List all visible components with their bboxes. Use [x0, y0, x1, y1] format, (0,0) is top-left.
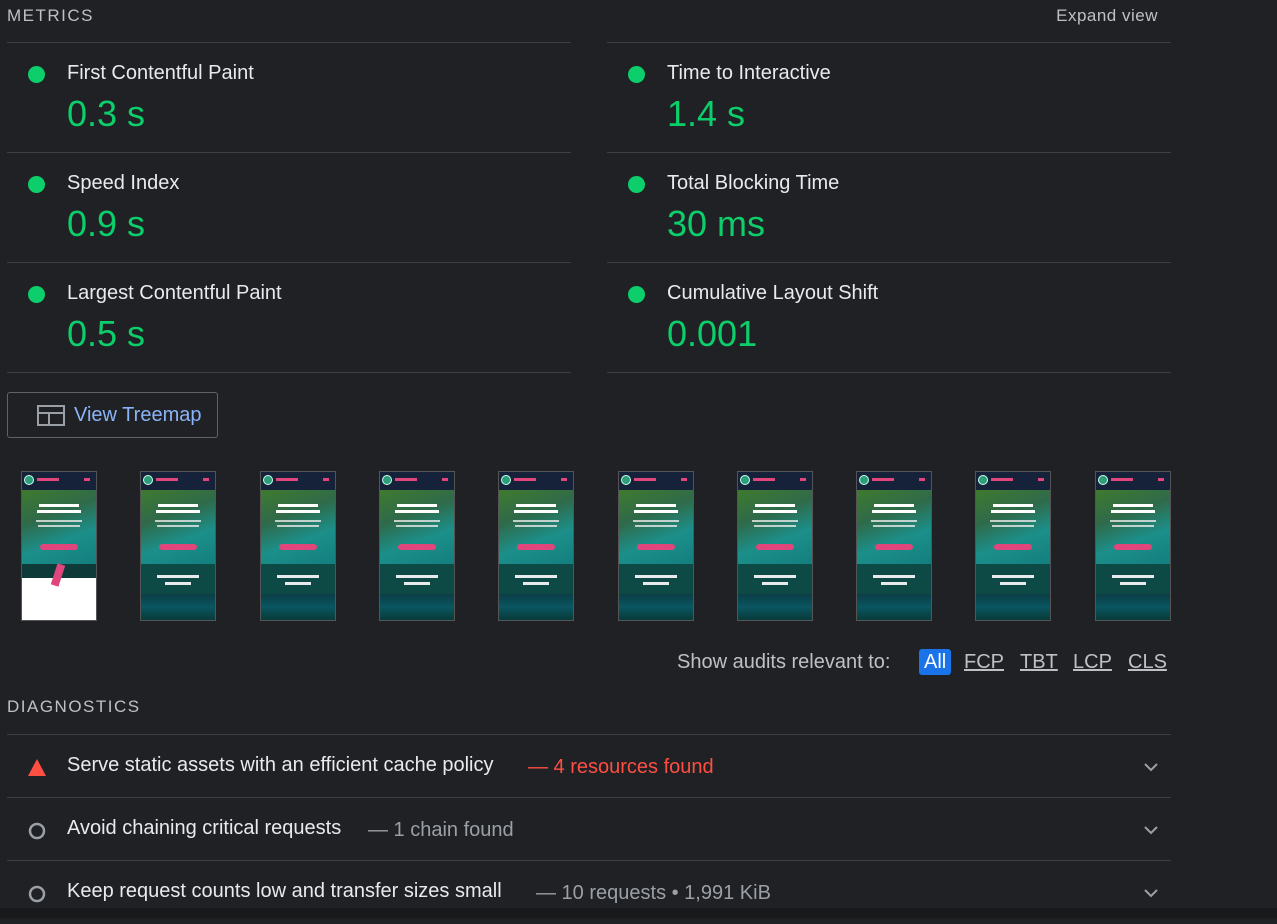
circle-outline-icon [28, 822, 46, 845]
audit-detail: — 4 resources found [528, 756, 714, 778]
filmstrip-frame [618, 471, 694, 621]
metric-largest-contentful-paint: Largest Contentful Paint 0.5 s [7, 262, 571, 373]
filmstrip-frame [975, 471, 1051, 621]
metric-value: 1.4 s [667, 93, 746, 134]
pass-dot-icon [28, 176, 45, 193]
filmstrip-frame [379, 471, 455, 621]
pass-dot-icon [628, 66, 645, 83]
audit-detail: — 1 chain found [368, 819, 514, 841]
metric-label: Cumulative Layout Shift [667, 282, 879, 304]
filter-label: Show audits relevant to: [677, 651, 891, 673]
audit-title: Serve static assets with an efficient ca… [67, 754, 494, 776]
pass-dot-icon [628, 176, 645, 193]
metric-value: 30 ms [667, 203, 766, 244]
filmstrip-frame [856, 471, 932, 621]
bottom-bar [0, 908, 1277, 918]
filmstrip-frame [260, 471, 336, 621]
metric-speed-index: Speed Index 0.9 s [7, 152, 571, 262]
metric-label: Speed Index [67, 172, 180, 194]
chevron-down-icon[interactable] [1144, 885, 1158, 903]
audit-title: Keep request counts low and transfer siz… [67, 880, 502, 902]
metric-value: 0.5 s [67, 313, 146, 354]
pass-dot-icon [28, 286, 45, 303]
metrics-title: METRICS [7, 6, 94, 25]
metric-label: Time to Interactive [667, 62, 831, 84]
circle-outline-icon [28, 885, 46, 908]
filter-all-button[interactable]: All [919, 649, 952, 675]
metric-time-to-interactive: Time to Interactive 1.4 s [607, 42, 1171, 152]
filter-tbt-button[interactable]: TBT [1020, 651, 1058, 674]
audit-detail: — 10 requests • 1,991 KiB [536, 882, 771, 904]
filmstrip-frame [21, 471, 97, 621]
metric-label: Largest Contentful Paint [67, 282, 282, 304]
audit-filter: Show audits relevant to: All FCP TBT LCP… [0, 649, 1167, 675]
metric-value: 0.001 [667, 313, 758, 354]
filter-lcp-button[interactable]: LCP [1073, 651, 1112, 674]
metric-label: First Contentful Paint [67, 62, 254, 84]
treemap-icon [37, 405, 65, 431]
filter-cls-button[interactable]: CLS [1128, 651, 1167, 674]
metric-value: 0.9 s [67, 203, 146, 244]
warning-triangle-icon [28, 759, 46, 781]
audit-critical-requests[interactable]: Avoid chaining critical requests — 1 cha… [7, 797, 1171, 861]
metric-cumulative-layout-shift: Cumulative Layout Shift 0.001 [607, 262, 1171, 373]
filmstrip-frame [140, 471, 216, 621]
pass-dot-icon [28, 66, 45, 83]
metric-first-contentful-paint: First Contentful Paint 0.3 s [7, 42, 571, 152]
audit-cache-policy[interactable]: Serve static assets with an efficient ca… [7, 734, 1171, 798]
metric-label: Total Blocking Time [667, 172, 840, 194]
filmstrip-frame [498, 471, 574, 621]
expand-view-button[interactable]: Expand view [1056, 6, 1158, 26]
filmstrip-frame [737, 471, 813, 621]
chevron-down-icon[interactable] [1144, 822, 1158, 840]
metric-value: 0.3 s [67, 93, 146, 134]
filmstrip-frame [1095, 471, 1171, 621]
metric-total-blocking-time: Total Blocking Time 30 ms [607, 152, 1171, 262]
metrics-column-right: Time to Interactive 1.4 s Total Blocking… [607, 42, 1171, 373]
pass-dot-icon [628, 286, 645, 303]
view-treemap-label: View Treemap [74, 404, 202, 426]
view-treemap-button[interactable]: View Treemap [7, 392, 218, 438]
audit-title: Avoid chaining critical requests [67, 817, 342, 839]
metrics-column-left: First Contentful Paint 0.3 s Speed Index… [7, 42, 571, 373]
filter-fcp-button[interactable]: FCP [964, 651, 1004, 674]
metrics-header: METRICS Expand view [7, 6, 1167, 26]
chevron-down-icon[interactable] [1144, 759, 1158, 777]
diagnostics-title: DIAGNOSTICS [7, 697, 141, 716]
